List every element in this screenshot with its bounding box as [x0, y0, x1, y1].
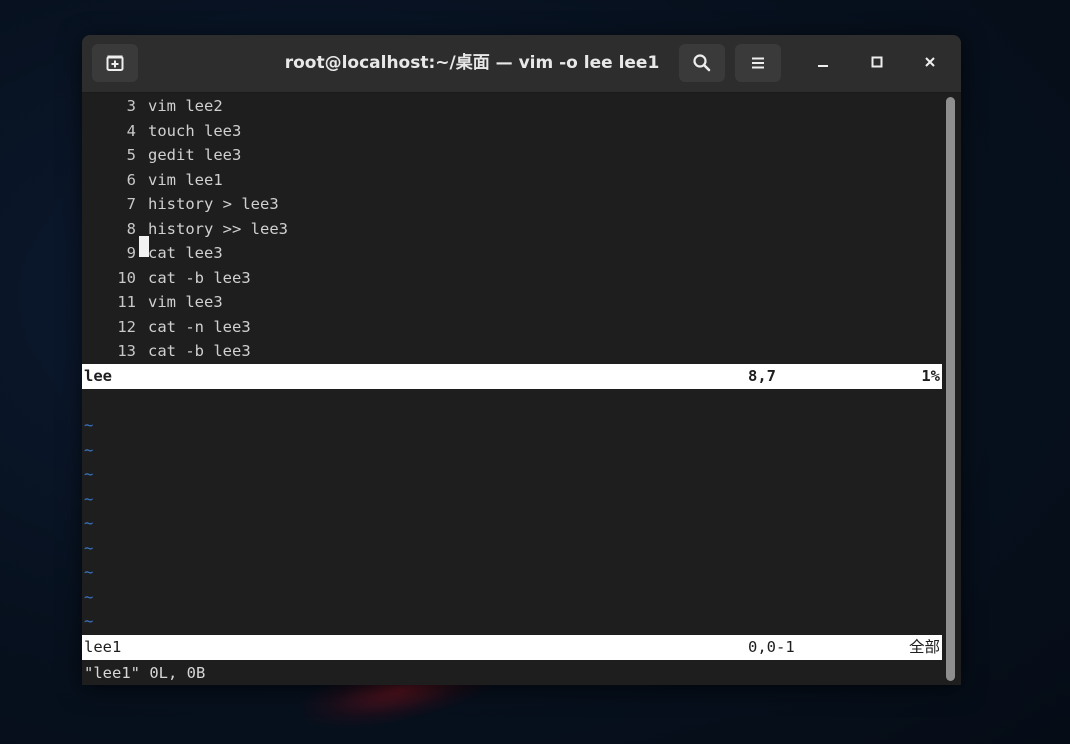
line-number: 11 [117, 293, 136, 311]
line-text: vim lee3 [148, 293, 223, 311]
upper-pane-line: 11 vim lee3 [82, 290, 223, 315]
scroll-percent: 1% [921, 367, 940, 385]
line-text: touch lee3 [148, 121, 242, 140]
line-text: history > lee3 [148, 195, 279, 213]
upper-pane-line-current: 8 history >> lee3 [82, 217, 288, 257]
upper-pane-line: 12 cat -n lee3 [82, 315, 251, 340]
line-number: 12 [117, 317, 136, 336]
line-number: 8 [126, 219, 136, 238]
line-text: cat -b lee3 [148, 342, 251, 360]
line-text: vim lee2 [148, 97, 223, 115]
empty-line-tilde: ~ [84, 538, 94, 557]
upper-pane-line: 13 cat -b lee3 [82, 339, 251, 364]
empty-line-tilde: ~ [84, 612, 94, 630]
vim-command-line: "lee1" 0L, 0B [84, 664, 206, 682]
empty-line-tilde: ~ [84, 489, 94, 508]
line-number: 3 [126, 97, 136, 115]
upper-pane-line: 6 vim lee1 [82, 168, 223, 193]
upper-pane-statusline: lee 8,7 1% [82, 364, 942, 389]
buffer-name: lee [84, 367, 112, 385]
empty-line-tilde: ~ [84, 587, 94, 606]
upper-pane-line: 3 vim lee2 [82, 94, 223, 119]
line-number: 5 [126, 146, 136, 164]
lower-pane-statusline: lee1 0,0-1 全部 [82, 635, 942, 660]
line-text: gedit lee3 [148, 146, 242, 164]
empty-line-tilde: ~ [84, 416, 94, 434]
empty-line-tilde: ~ [84, 440, 94, 459]
window-title: root@localhost:~/桌面 — vim -o lee lee1 [284, 53, 660, 73]
minimize-button[interactable] [811, 51, 835, 75]
new-tab-button[interactable] [92, 44, 138, 82]
maximize-icon [870, 54, 884, 73]
search-button[interactable] [679, 44, 725, 82]
cursor-position: 0,0-1 [748, 638, 795, 656]
close-button[interactable] [918, 51, 942, 75]
empty-line-tilde: ~ [84, 563, 94, 581]
close-icon [923, 54, 937, 73]
upper-pane-line: 5 gedit lee3 [82, 143, 242, 168]
line-number: 10 [117, 268, 136, 287]
line-text: vim lee1 [148, 170, 223, 189]
line-text: cat lee3 [148, 244, 223, 262]
scrollbar-thumb[interactable] [946, 97, 955, 681]
line-number: 13 [117, 342, 136, 360]
upper-pane-line: 9 cat lee3 [82, 241, 223, 266]
terminal-window: root@localhost:~/桌面 — vim -o lee lee1 3 … [82, 35, 961, 685]
minimize-icon [816, 54, 830, 73]
hamburger-menu-icon [749, 54, 767, 72]
scrollbar[interactable] [942, 93, 961, 685]
line-number: 9 [126, 244, 136, 262]
terminal-content[interactable]: 3 vim lee2 4 touch lee3 5 gedit lee3 6 vim l… [82, 93, 942, 685]
line-number: 4 [126, 121, 136, 140]
scroll-percent: 全部 [908, 638, 940, 656]
line-text: history >> lee3 [148, 219, 288, 238]
upper-pane-line: 4 touch lee3 [82, 119, 242, 144]
buffer-name: lee1 [84, 638, 122, 656]
line-text: cat -b lee3 [148, 268, 251, 287]
empty-line-tilde: ~ [84, 465, 94, 483]
line-number: 7 [126, 195, 136, 213]
empty-line-tilde: ~ [84, 514, 94, 532]
search-icon [692, 53, 712, 73]
upper-pane-line: 10 cat -b lee3 [82, 266, 251, 291]
new-tab-icon [105, 53, 125, 73]
menu-button[interactable] [735, 44, 781, 82]
headerbar: root@localhost:~/桌面 — vim -o lee lee1 [82, 35, 961, 93]
cursor-position: 8,7 [748, 367, 776, 385]
line-number: 6 [126, 170, 136, 189]
upper-pane-line: 7 history > lee3 [82, 192, 279, 217]
maximize-button[interactable] [865, 51, 889, 75]
line-text: cat -n lee3 [148, 317, 251, 336]
